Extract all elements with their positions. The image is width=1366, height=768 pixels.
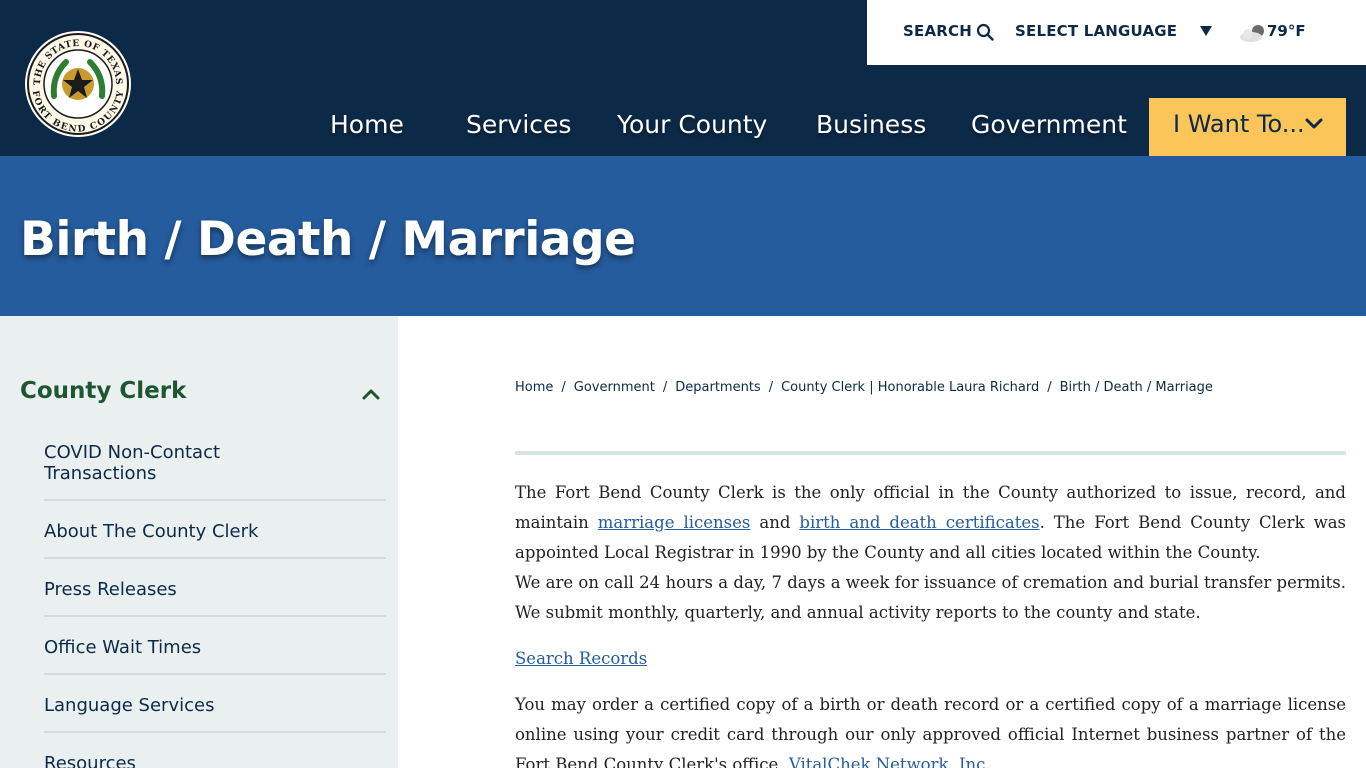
content-divider [515, 451, 1346, 455]
marriage-licenses-link[interactable]: marriage licenses [598, 513, 751, 532]
search-label[interactable]: SEARCH [903, 22, 972, 40]
breadcrumb-separator: / [662, 380, 668, 395]
chevron-up-icon[interactable] [362, 387, 380, 401]
main-content: The Fort Bend County Clerk is the only o… [515, 478, 1346, 768]
nav-your-county[interactable]: Your County [617, 110, 767, 139]
breadcrumb-separator: / [1047, 380, 1052, 395]
select-language-label[interactable]: SELECT LANGUAGE [1015, 22, 1177, 40]
breadcrumb-separator: / [768, 380, 774, 395]
temperature-readout: 79°F [1267, 22, 1306, 40]
breadcrumb-separator: / [561, 380, 566, 395]
sidebar-item-covid[interactable]: COVID Non-Contact Transactions [44, 442, 274, 484]
breadcrumb: Home / Government / Departments / County Clerk… [515, 380, 1213, 395]
vitalchek-link[interactable]: VitalChek Network, Inc. [789, 755, 991, 768]
chevron-down-icon [1305, 118, 1323, 129]
order-copy-paragraph: You may order a certified copy of a birt… [515, 690, 1346, 768]
sidebar-item-language-services[interactable]: Language Services [44, 695, 386, 716]
language-dropdown-caret-icon[interactable] [1199, 24, 1213, 38]
breadcrumb-departments[interactable]: Departments [675, 380, 760, 395]
nav-services[interactable]: Services [466, 110, 571, 139]
page-banner: Birth / Death / Marriage [0, 156, 1366, 316]
nav-i-want-to-button[interactable]: I Want To... [1149, 98, 1346, 156]
sidebar-divider [44, 557, 386, 559]
breadcrumb-government[interactable]: Government [574, 380, 655, 395]
sidebar-heading-county-clerk[interactable]: County Clerk [20, 378, 186, 404]
birth-death-certificates-link[interactable]: birth and death certificates [799, 513, 1039, 532]
intro-paragraph: The Fort Bend County Clerk is the only o… [515, 483, 1346, 562]
sidebar-item-office-wait-times[interactable]: Office Wait Times [44, 637, 386, 658]
site-header: THE STATE OF TEXAS FORT BEND COUNTY SEAR… [0, 0, 1366, 156]
sidebar-divider [44, 615, 386, 617]
sidebar-divider [44, 673, 386, 675]
sidebar-divider [44, 731, 386, 733]
nav-government[interactable]: Government [971, 110, 1127, 139]
cloudy-icon [1240, 25, 1264, 42]
breadcrumb-current: Birth / Death / Marriage [1059, 380, 1213, 395]
search-records-link[interactable]: Search Records [515, 649, 647, 668]
breadcrumb-county-clerk[interactable]: County Clerk | Honorable Laura Richard [781, 380, 1039, 395]
page-title: Birth / Death / Marriage [20, 212, 636, 267]
nav-home[interactable]: Home [330, 110, 404, 139]
breadcrumb-home[interactable]: Home [515, 380, 553, 395]
county-seal-logo[interactable]: THE STATE OF TEXAS FORT BEND COUNTY [24, 30, 132, 138]
sidebar-item-press-releases[interactable]: Press Releases [44, 579, 386, 600]
nav-i-want-to-label: I Want To... [1173, 110, 1305, 138]
sidebar-divider [44, 499, 386, 501]
utility-bar: SEARCH SELECT LANGUAGE 79°F [867, 0, 1366, 65]
nav-business[interactable]: Business [816, 110, 926, 139]
sidebar-item-about[interactable]: About The County Clerk [44, 521, 386, 542]
sidebar: County Clerk COVID Non-Contact Transacti… [0, 316, 398, 768]
sidebar-item-resources[interactable]: Resources [44, 753, 386, 768]
search-icon[interactable] [976, 23, 994, 41]
on-call-paragraph: We are on call 24 hours a day, 7 days a … [515, 573, 1346, 622]
